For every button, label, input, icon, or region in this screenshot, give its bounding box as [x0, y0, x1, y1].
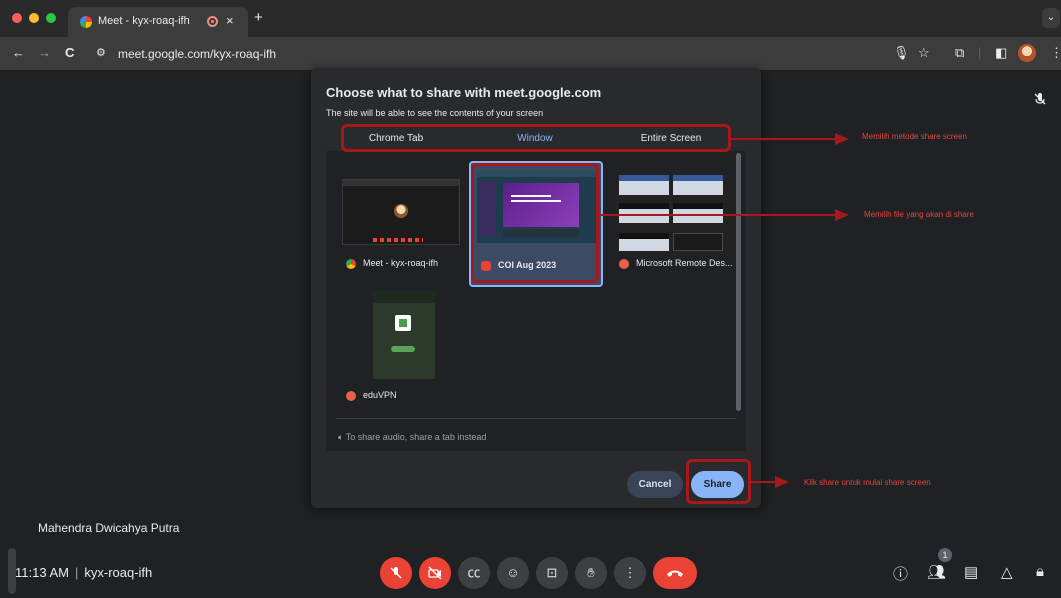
side-panel-icon[interactable]: ◧	[995, 45, 1007, 61]
profile-avatar[interactable]	[1018, 44, 1036, 62]
window-label: Meet - kyx-roaq-ifh	[363, 258, 439, 268]
annotation-box-share	[686, 459, 751, 504]
participant-name: Mahendra Dwicahya Putra	[38, 521, 180, 535]
captions-button[interactable]: ㏄	[458, 557, 490, 589]
annotation-text-file: Memilih file yang akan di share	[864, 210, 974, 219]
hang-up-icon	[667, 570, 683, 577]
site-settings-icon[interactable]: ⚙	[96, 46, 106, 59]
close-window-button[interactable]	[12, 13, 22, 23]
annotation-line-share	[751, 481, 777, 483]
bookmark-star-icon[interactable]: ☆	[918, 45, 930, 61]
audio-share-note: 🔈︎ To share audio, share a tab instead	[338, 432, 486, 443]
eduvpn-icon	[346, 391, 356, 401]
chat-icon[interactable]: ▤	[964, 563, 978, 581]
annotation-line-tabs	[731, 138, 837, 140]
reload-button[interactable]: C	[65, 45, 74, 60]
mic-off-button[interactable]	[380, 557, 412, 589]
participant-count-badge: 1	[938, 548, 952, 562]
more-options-button[interactable]: ⋮	[614, 557, 646, 589]
address-bar[interactable]: ⚙ meet.google.com/kyx-roaq-ifh	[88, 42, 958, 65]
meet-window-thumbnail	[342, 179, 460, 245]
activities-icon[interactable]: △	[1001, 563, 1013, 581]
window-label: eduVPN	[363, 390, 397, 400]
annotation-arrow-window	[835, 209, 849, 221]
annotation-text-share: Klik share untuk mulai share screen	[804, 478, 931, 487]
host-controls-icon[interactable]: 🔒︎	[1036, 563, 1044, 580]
dialog-subtitle: The site will be able to see the content…	[326, 108, 544, 118]
tab-close-icon[interactable]: ×	[226, 13, 234, 28]
mic-in-use-icon[interactable]: 🎙	[893, 45, 910, 61]
emoji-reactions-button[interactable]: ☺	[497, 557, 529, 589]
meeting-code: kyx-roaq-ifh	[84, 565, 153, 580]
eduvpn-window-thumbnail	[373, 291, 435, 379]
participant-muted-icon	[1033, 92, 1047, 109]
annotation-arrow-tabs	[835, 133, 849, 145]
tab-search-button[interactable]: ⌄	[1042, 8, 1060, 28]
maximize-window-button[interactable]	[46, 13, 56, 23]
audio-divider	[336, 418, 736, 419]
browser-tab-bar: Meet - kyx-roaq-ifh × + ⌄	[0, 0, 1061, 37]
meeting-separator: |	[74, 565, 79, 580]
people-icon[interactable]: 👥︎	[927, 563, 946, 581]
url-text: meet.google.com/kyx-roaq-ifh	[118, 47, 277, 61]
annotation-arrow-share	[775, 476, 789, 488]
back-button[interactable]: ←	[12, 45, 25, 60]
captions-icon: ㏄	[467, 565, 481, 580]
tab-title: Meet - kyx-roaq-ifh	[98, 15, 190, 27]
camera-off-button[interactable]	[419, 557, 451, 589]
meeting-info: 11:13 AM | kyx-roaq-ifh	[15, 565, 152, 580]
mic-off-icon	[390, 567, 402, 579]
annotation-box-window	[471, 163, 599, 283]
meeting-time: 11:13 AM	[15, 565, 69, 580]
annotation-line-window	[599, 214, 837, 216]
browser-menu-icon[interactable]: ⋮	[1050, 45, 1061, 61]
browser-tab-meet[interactable]: Meet - kyx-roaq-ifh ×	[68, 7, 248, 37]
more-vert-icon: ⋮	[623, 565, 637, 580]
present-icon: ⊡	[546, 565, 558, 580]
window-option-meet[interactable]: Meet - kyx-roaq-ifh	[336, 161, 464, 281]
new-tab-button[interactable]: +	[254, 9, 263, 26]
toolbar-divider: |	[978, 45, 982, 60]
remote-desktop-thumbnail	[615, 171, 733, 255]
extensions-icon[interactable]: ⧉	[955, 45, 964, 61]
raise-hand-button[interactable]: ✋︎	[575, 557, 607, 589]
meeting-details-icon[interactable]: ⓘ	[893, 563, 908, 584]
minimize-window-button[interactable]	[29, 13, 39, 23]
window-option-remote-desktop[interactable]: Microsoft Remote Des...	[609, 161, 739, 281]
window-label: Microsoft Remote Des...	[636, 258, 733, 268]
browser-toolbar: ← → C ⚙ meet.google.com/kyx-roaq-ifh 🎙 ☆…	[0, 37, 1061, 70]
present-now-button[interactable]: ⊡	[536, 557, 568, 589]
window-option-eduvpn[interactable]: eduVPN	[336, 289, 464, 409]
hand-icon: ✋︎	[587, 565, 595, 580]
dialog-title: Choose what to share with meet.google.co…	[326, 85, 602, 100]
camera-off-icon	[428, 566, 442, 580]
emoji-icon: ☺	[506, 565, 520, 580]
annotation-text-method: Memilih metode share screen	[862, 132, 967, 141]
speaker-icon: 🔈︎	[338, 432, 346, 442]
remote-desktop-icon	[619, 259, 629, 269]
forward-button[interactable]: →	[38, 45, 51, 60]
chrome-icon	[346, 259, 356, 269]
leave-call-button[interactable]	[653, 557, 697, 589]
annotation-box-tabs	[341, 124, 731, 152]
picker-scrollbar[interactable]	[736, 153, 741, 411]
audio-note-text: To share audio, share a tab instead	[345, 432, 487, 442]
recording-icon	[207, 16, 218, 27]
cancel-button[interactable]: Cancel	[627, 471, 683, 498]
meet-favicon-icon	[80, 16, 92, 28]
